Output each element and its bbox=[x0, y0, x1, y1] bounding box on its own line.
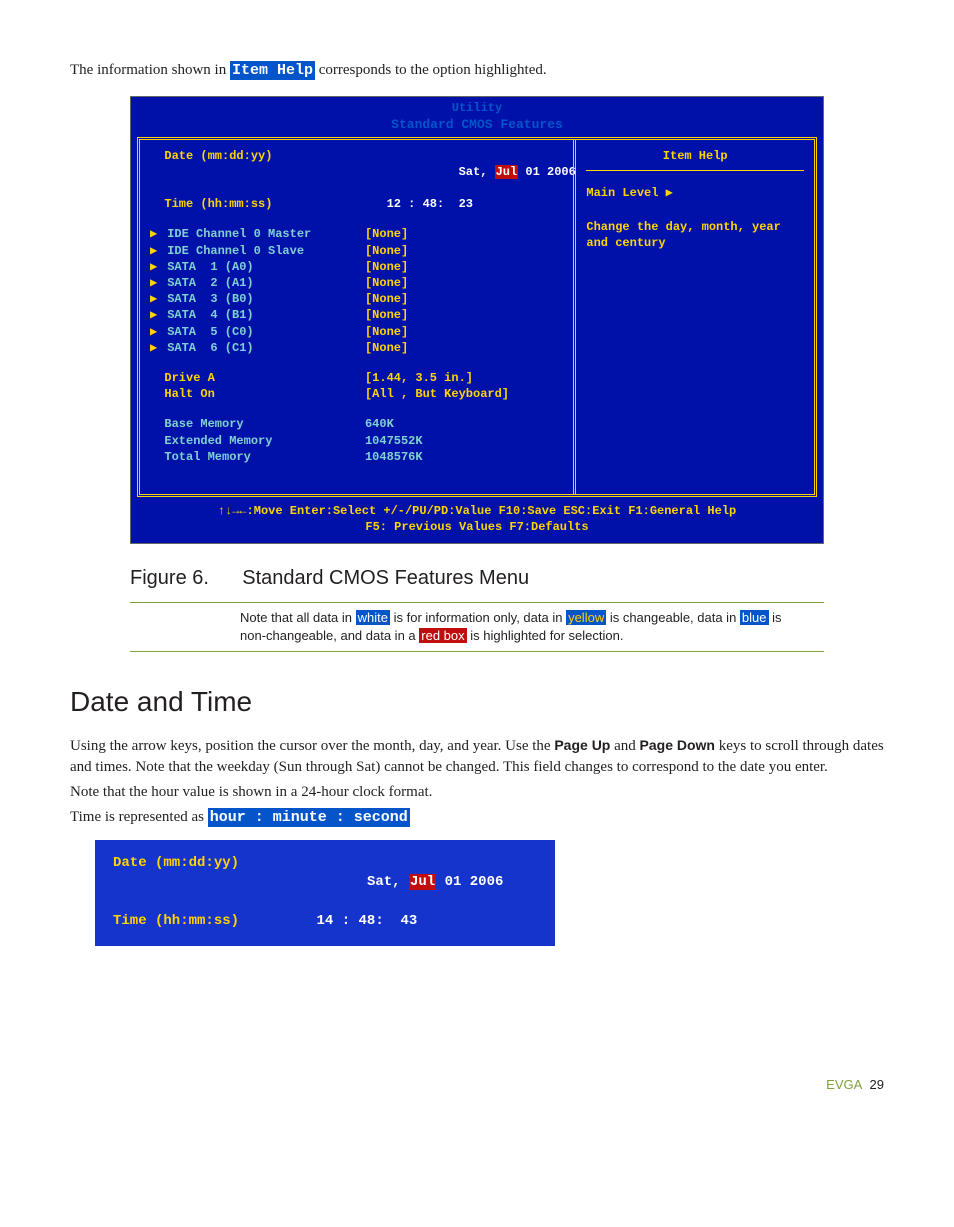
bios-row-value: [None] bbox=[365, 226, 563, 242]
date-month-selected[interactable]: Jul bbox=[495, 165, 519, 179]
bios-row[interactable]: ▶ IDE Channel 0 Slave[None] bbox=[150, 243, 563, 259]
date-label: Date (mm:dd:yy) bbox=[150, 148, 365, 197]
bios-row[interactable]: ▶ SATA 2 (A1)[None] bbox=[150, 275, 563, 291]
bios-row-value: [None] bbox=[365, 259, 563, 275]
help-title: Item Help bbox=[586, 148, 804, 171]
bios-mem-label: Total Memory bbox=[150, 449, 365, 465]
bios-mem-value: 1048576K bbox=[365, 449, 563, 465]
bios-mem-label: Extended Memory bbox=[150, 433, 365, 449]
pagedown-key: Page Down bbox=[640, 737, 715, 753]
triangle-icon: ▶ bbox=[150, 307, 160, 323]
bios-row-value: [None] bbox=[365, 243, 563, 259]
intro-suffix: corresponds to the option highlighted. bbox=[315, 62, 547, 78]
bios-window: Utility Standard CMOS Features Date (mm:… bbox=[130, 96, 824, 544]
figure-caption: Figure 6. Standard CMOS Features Menu bbox=[130, 564, 824, 592]
bios-help-pane: Item Help Main Level ▶ Change the day, m… bbox=[573, 140, 814, 494]
bios-row[interactable]: ▶ SATA 5 (C0)[None] bbox=[150, 324, 563, 340]
bios-mem-label: Base Memory bbox=[150, 416, 365, 432]
para-1: Using the arrow keys, position the curso… bbox=[70, 736, 884, 778]
time-value[interactable]: 12 : 48: 23 bbox=[365, 196, 563, 212]
figure-label: Figure 6. bbox=[130, 567, 209, 589]
bios-footer: ↑↓→←:Move Enter:Select +/-/PU/PD:Value F… bbox=[131, 497, 823, 543]
date-time-box: Date (mm:dd:yy) Sat, Jul 01 2006 Time (h… bbox=[95, 840, 555, 946]
bios-left-pane: Date (mm:dd:yy) Sat, Jul 01 2006 Time (h… bbox=[140, 140, 573, 494]
triangle-icon: ▶ bbox=[150, 243, 160, 259]
footer-brand: EVGA bbox=[826, 1077, 862, 1092]
bios-mem-row: Extended Memory1047552K bbox=[150, 433, 563, 449]
bios-header-sub: Standard CMOS Features bbox=[131, 116, 823, 134]
note-yellow: yellow bbox=[566, 610, 606, 625]
bios-row-label: ▶ SATA 2 (A1) bbox=[150, 275, 365, 291]
bios-row-label: ▶ SATA 4 (B1) bbox=[150, 307, 365, 323]
dt-date-sel: Jul bbox=[409, 874, 436, 890]
note-redbox: red box bbox=[419, 628, 466, 643]
bios-header-top: Utility bbox=[131, 100, 823, 116]
para-2: Note that the hour value is shown in a 2… bbox=[70, 782, 884, 803]
help-level: Main Level ▶ bbox=[586, 185, 804, 201]
footer-page: 29 bbox=[870, 1077, 884, 1092]
bios-row[interactable]: ▶ SATA 4 (B1)[None] bbox=[150, 307, 563, 323]
note-box: Note that all data in white is for infor… bbox=[130, 602, 824, 652]
triangle-icon: ▶ bbox=[150, 226, 160, 242]
intro-prefix: The information shown in bbox=[70, 62, 230, 78]
time-label: Time (hh:mm:ss) bbox=[150, 196, 365, 212]
bios-row-value: [None] bbox=[365, 340, 563, 356]
page-footer: EVGA 29 bbox=[70, 1076, 884, 1094]
dt-date-label: Date (mm:dd:yy) bbox=[113, 854, 317, 913]
bios-row[interactable]: ▶ IDE Channel 0 Master[None] bbox=[150, 226, 563, 242]
bios-row-label: ▶ SATA 3 (B0) bbox=[150, 291, 365, 307]
drivea-value[interactable]: [1.44, 3.5 in.] bbox=[365, 370, 563, 386]
halton-value[interactable]: [All , But Keyboard] bbox=[365, 386, 563, 402]
bios-row-label: ▶ SATA 1 (A0) bbox=[150, 259, 365, 275]
triangle-icon: ▶ bbox=[150, 291, 160, 307]
bios-mem-value: 1047552K bbox=[365, 433, 563, 449]
help-text: Change the day, month, year and century bbox=[586, 219, 804, 251]
dt-time-label: Time (hh:mm:ss) bbox=[113, 912, 317, 932]
para-3: Time is represented as hour : minute : s… bbox=[70, 807, 884, 828]
triangle-icon: ▶ bbox=[150, 324, 160, 340]
intro-text: The information shown in Item Help corre… bbox=[70, 60, 884, 81]
bios-row[interactable]: ▶ SATA 3 (B0)[None] bbox=[150, 291, 563, 307]
section-heading: Date and Time bbox=[70, 682, 884, 721]
bios-row-value: [None] bbox=[365, 307, 563, 323]
bios-mem-value: 640K bbox=[365, 416, 563, 432]
bios-row-value: [None] bbox=[365, 324, 563, 340]
halton-label: Halt On bbox=[150, 386, 365, 402]
note-blue: blue bbox=[740, 610, 769, 625]
triangle-icon: ▶ bbox=[150, 340, 160, 356]
bios-footer-1: ↑↓→←:Move Enter:Select +/-/PU/PD:Value F… bbox=[131, 503, 823, 519]
bios-row-value: [None] bbox=[365, 275, 563, 291]
bios-header: Utility Standard CMOS Features bbox=[131, 97, 823, 137]
figure-title: Standard CMOS Features Menu bbox=[242, 567, 529, 589]
triangle-icon: ▶ bbox=[150, 275, 160, 291]
bios-row[interactable]: ▶ SATA 1 (A0)[None] bbox=[150, 259, 563, 275]
bios-row-label: ▶ IDE Channel 0 Slave bbox=[150, 243, 365, 259]
bios-row[interactable]: ▶ SATA 6 (C1)[None] bbox=[150, 340, 563, 356]
dt-time-value: 14 : 48: 43 bbox=[317, 912, 418, 932]
bios-row-value: [None] bbox=[365, 291, 563, 307]
bios-mem-row: Base Memory640K bbox=[150, 416, 563, 432]
note-white: white bbox=[356, 610, 390, 625]
pageup-key: Page Up bbox=[554, 737, 610, 753]
date-value[interactable]: Sat, Jul 01 2006 bbox=[365, 148, 563, 197]
inline-item-help: Item Help bbox=[230, 61, 315, 80]
time-format-code: hour : minute : second bbox=[208, 808, 410, 827]
bios-row-label: ▶ IDE Channel 0 Master bbox=[150, 226, 365, 242]
bios-row-label: ▶ SATA 6 (C1) bbox=[150, 340, 365, 356]
bios-mem-row: Total Memory1048576K bbox=[150, 449, 563, 465]
bios-footer-2: F5: Previous Values F7:Defaults bbox=[131, 519, 823, 535]
triangle-icon: ▶ bbox=[150, 259, 160, 275]
bios-row-label: ▶ SATA 5 (C0) bbox=[150, 324, 365, 340]
dt-date-value: Sat, Jul 01 2006 bbox=[317, 854, 504, 913]
drivea-label: Drive A bbox=[150, 370, 365, 386]
